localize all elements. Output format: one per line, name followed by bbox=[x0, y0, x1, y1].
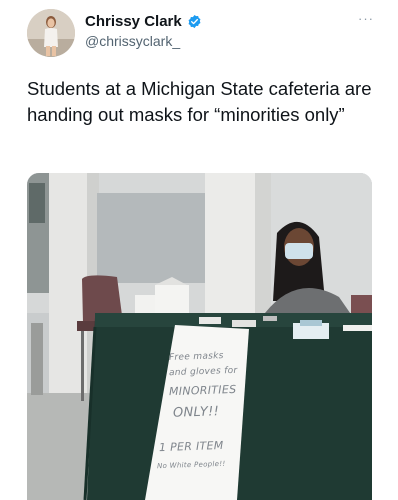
sign-line-2: and gloves for bbox=[168, 365, 238, 379]
more-options-icon[interactable]: ··· bbox=[355, 12, 377, 28]
author-handle[interactable]: @chrissyclark_ bbox=[85, 33, 180, 49]
sign-line-5: 1 PER ITEM bbox=[158, 438, 224, 455]
sign-line-6: No White People!! bbox=[156, 459, 226, 471]
avatar-photo bbox=[27, 9, 75, 57]
sign-line-4: ONLY!! bbox=[172, 404, 220, 421]
sign-line-3: MINORITIES bbox=[168, 382, 237, 399]
tweet-card: Chrissy Clark @chrissyclark_ ··· Student… bbox=[0, 0, 398, 500]
author-avatar[interactable] bbox=[27, 9, 75, 57]
author-name-row: Chrissy Clark bbox=[85, 13, 202, 30]
verified-badge-icon bbox=[187, 14, 202, 29]
tweet-text: Students at a Michigan State cafeteria a… bbox=[27, 78, 372, 125]
sign-line-1: Free masks bbox=[168, 351, 224, 363]
tweet-photo[interactable]: Free masks and gloves for MINORITIES ONL… bbox=[27, 173, 372, 500]
author-display-name[interactable]: Chrissy Clark bbox=[85, 13, 182, 30]
